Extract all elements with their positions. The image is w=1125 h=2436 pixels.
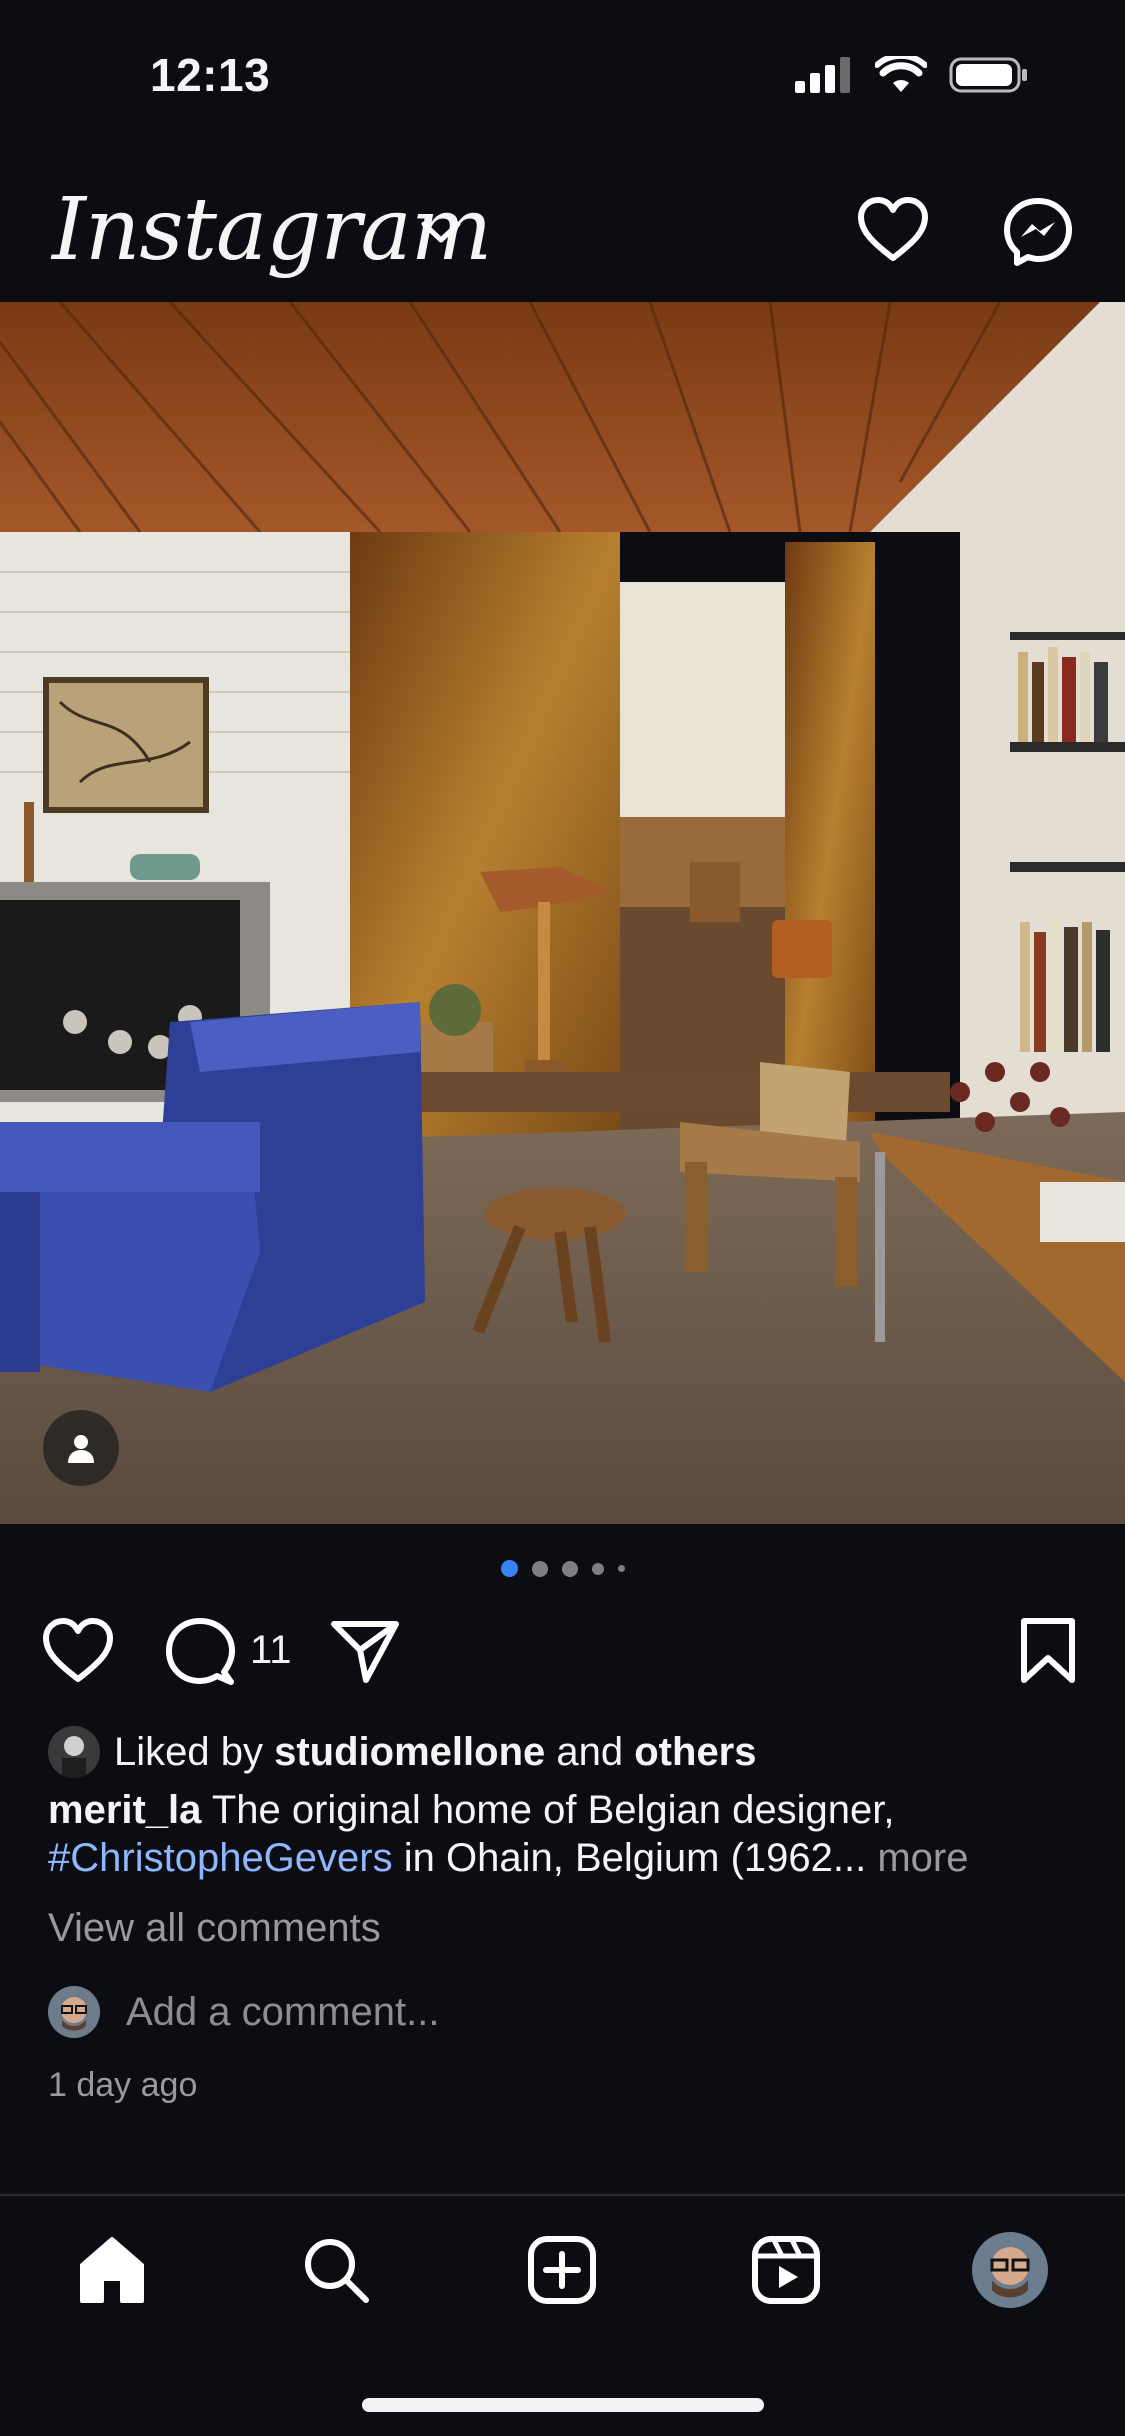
post-timestamp: 1 day ago: [48, 2066, 198, 2104]
chevron-down-icon[interactable]: [418, 218, 464, 248]
caption-username[interactable]: merit_la: [48, 1788, 201, 1832]
caption-text: The original home of Belgian designer,: [211, 1788, 895, 1832]
current-user-avatar: [48, 1986, 100, 2038]
carousel-dot-5: [617, 1565, 625, 1572]
post-image[interactable]: [0, 302, 1125, 1524]
reels-icon: [752, 2236, 820, 2304]
add-comment-row[interactable]: Add a comment...: [48, 1986, 439, 2038]
carousel-indicator: [0, 1560, 1125, 1577]
caption-text-2: in Ohain, Belgium (1962...: [403, 1836, 867, 1880]
view-all-comments-link[interactable]: View all comments: [48, 1906, 381, 1951]
status-icons: [795, 56, 1029, 94]
home-icon: [80, 2237, 144, 2303]
likes-text: Liked by studiomellone and others: [114, 1730, 757, 1775]
likes-row[interactable]: Liked by studiomellone and others: [48, 1726, 757, 1778]
tab-create[interactable]: [524, 2232, 600, 2308]
caption-hashtag[interactable]: #ChristopheGevers: [48, 1836, 393, 1880]
share-icon[interactable]: [330, 1618, 400, 1684]
home-indicator[interactable]: [362, 2398, 764, 2412]
signal-icon: [795, 57, 850, 93]
liker-username[interactable]: studiomellone: [274, 1730, 545, 1774]
create-icon: [528, 2236, 596, 2304]
tab-profile[interactable]: [972, 2232, 1048, 2308]
tabbar-divider: [0, 2194, 1125, 2196]
carousel-dot-4: [591, 1562, 604, 1575]
tab-home[interactable]: [74, 2232, 150, 2308]
search-icon: [305, 2239, 369, 2303]
battery-icon: [949, 57, 1027, 93]
post-image-illustration: [0, 302, 1125, 1524]
bookmark-icon[interactable]: [1018, 1616, 1078, 1686]
likes-joiner: and: [556, 1729, 624, 1774]
messenger-icon[interactable]: [1002, 196, 1074, 268]
comment-count: 11: [250, 1628, 292, 1672]
wifi-icon: [875, 56, 927, 92]
tab-search[interactable]: [298, 2232, 374, 2308]
comment-icon[interactable]: [164, 1616, 236, 1688]
likes-others[interactable]: others: [634, 1730, 756, 1774]
profile-avatar: [972, 2232, 1048, 2308]
post-caption: merit_la The original home of Belgian de…: [48, 1786, 1078, 1882]
likes-prefix: Liked by: [114, 1729, 263, 1774]
carousel-dot-3: [561, 1560, 578, 1577]
like-heart-icon[interactable]: [40, 1616, 116, 1686]
tab-reels[interactable]: [748, 2232, 824, 2308]
carousel-dot-2: [531, 1560, 548, 1577]
user-tag-button[interactable]: [43, 1410, 119, 1486]
liker-avatar: [48, 1726, 100, 1778]
carousel-dot-1: [500, 1560, 518, 1577]
user-tag-icon: [68, 1435, 94, 1463]
caption-more-link[interactable]: more: [877, 1836, 968, 1880]
status-time: 12:13: [150, 49, 271, 101]
add-comment-input[interactable]: Add a comment...: [126, 1990, 439, 2035]
notifications-heart-icon[interactable]: [856, 196, 930, 264]
